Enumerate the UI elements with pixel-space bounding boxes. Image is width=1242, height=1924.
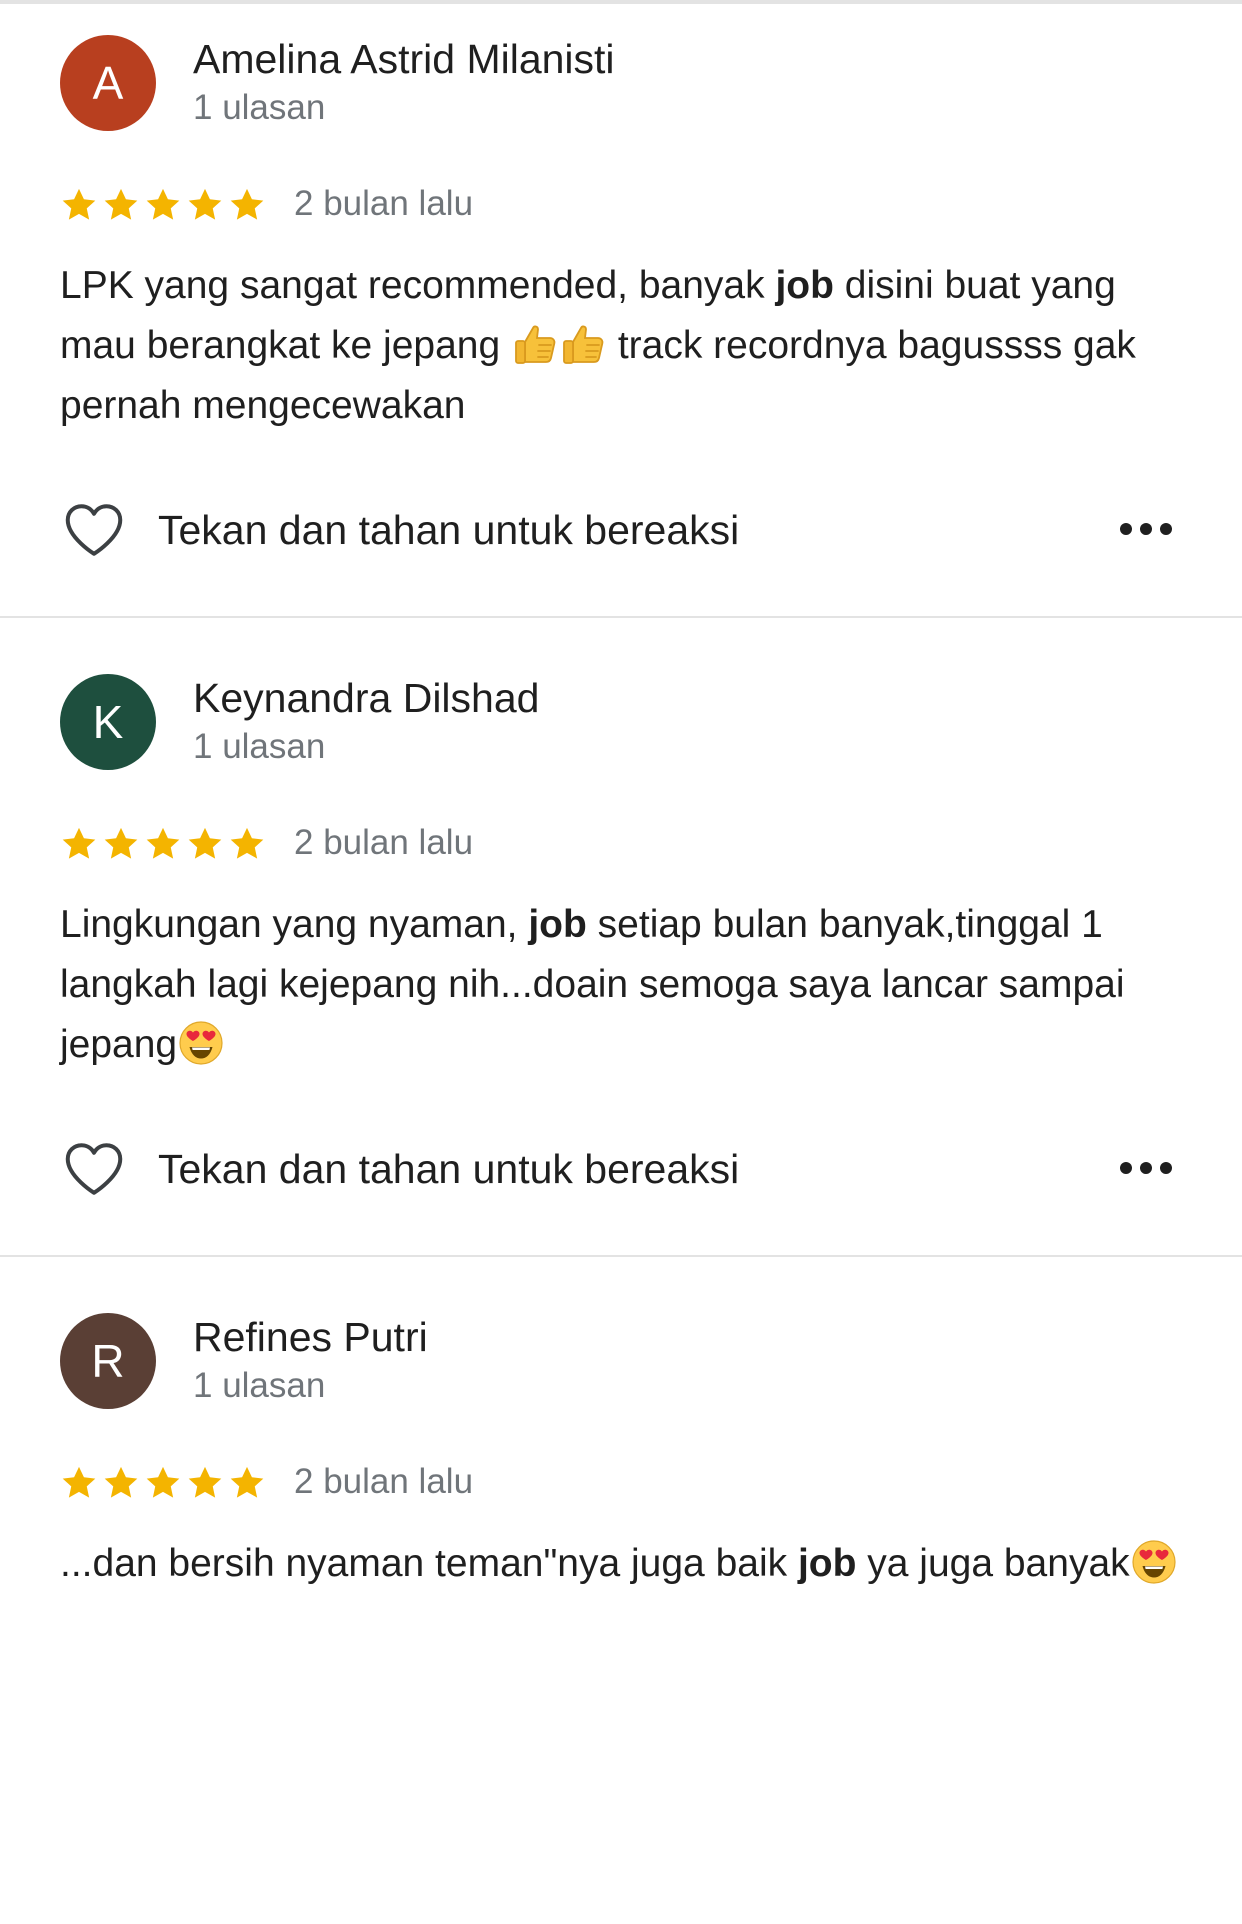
reaction-row: Tekan dan tahan untuk bereaksi — [60, 1133, 1180, 1203]
review-text-part: ya juga banyak — [856, 1542, 1130, 1585]
author-name[interactable]: Keynandra Dilshad — [193, 673, 539, 723]
author-review-count: 1 ulasan — [193, 1366, 326, 1405]
review-text-part: ...dan bersih nyaman teman"nya juga baik — [60, 1542, 798, 1585]
star-icon — [60, 186, 98, 224]
top-divider — [0, 0, 1242, 4]
review-text: ...dan bersih nyaman teman"nya juga baik… — [60, 1534, 1190, 1594]
heart-icon[interactable] — [64, 502, 124, 558]
author-review-count: 1 ulasan — [193, 727, 326, 766]
star-icon — [144, 186, 182, 224]
reaction-label[interactable]: Tekan dan tahan untuk bereaksi — [158, 504, 739, 556]
star-icon — [228, 825, 266, 863]
thumbs-up-icon — [511, 320, 559, 368]
author-name[interactable]: Amelina Astrid Milanisti — [193, 34, 615, 84]
heart-eyes-emoji-icon — [1130, 1538, 1178, 1586]
star-icon — [186, 825, 224, 863]
reaction-row: Tekan dan tahan untuk bereaksi — [60, 494, 1180, 564]
star-icon — [102, 186, 140, 224]
review-time: 2 bulan lalu — [294, 184, 474, 223]
more-options-icon[interactable] — [1118, 1153, 1174, 1183]
heart-eyes-emoji-icon — [177, 1019, 225, 1067]
more-options-icon[interactable] — [1118, 514, 1174, 544]
star-icon — [186, 1464, 224, 1502]
review-text: Lingkungan yang nyaman, job setiap bulan… — [60, 895, 1190, 1075]
avatar[interactable]: R — [60, 1313, 156, 1409]
review-card: K Keynandra Dilshad 1 ulasan 2 bulan lal… — [0, 645, 1242, 1285]
star-rating — [60, 1459, 266, 1507]
star-icon — [228, 186, 266, 224]
review-text-part: Lingkungan yang nyaman, — [60, 903, 529, 946]
avatar[interactable]: A — [60, 35, 156, 131]
star-rating — [60, 820, 266, 868]
review-text-highlight: job — [797, 1542, 857, 1585]
star-icon — [102, 825, 140, 863]
author-review-count: 1 ulasan — [193, 88, 326, 127]
star-icon — [102, 1464, 140, 1502]
review-time: 2 bulan lalu — [294, 1462, 474, 1501]
thumbs-up-icon — [559, 320, 607, 368]
star-rating — [60, 181, 266, 229]
star-icon — [60, 825, 98, 863]
review-card: A Amelina Astrid Milanisti 1 ulasan 2 bu… — [0, 6, 1242, 646]
star-icon — [144, 1464, 182, 1502]
star-icon — [186, 186, 224, 224]
review-text-highlight: job — [528, 903, 587, 946]
review-card: R Refines Putri 1 ulasan 2 bulan lalu ..… — [0, 1284, 1242, 1924]
star-icon — [144, 825, 182, 863]
review-text: LPK yang sangat recommended, banyak job … — [60, 256, 1190, 436]
heart-icon[interactable] — [64, 1141, 124, 1197]
review-text-part: LPK yang sangat recommended, banyak — [60, 264, 776, 307]
divider — [0, 1255, 1242, 1257]
star-icon — [228, 1464, 266, 1502]
divider — [0, 616, 1242, 618]
author-name[interactable]: Refines Putri — [193, 1312, 428, 1362]
review-text-highlight: job — [775, 264, 834, 307]
reaction-label[interactable]: Tekan dan tahan untuk bereaksi — [158, 1143, 739, 1195]
review-time: 2 bulan lalu — [294, 823, 474, 862]
avatar[interactable]: K — [60, 674, 156, 770]
star-icon — [60, 1464, 98, 1502]
